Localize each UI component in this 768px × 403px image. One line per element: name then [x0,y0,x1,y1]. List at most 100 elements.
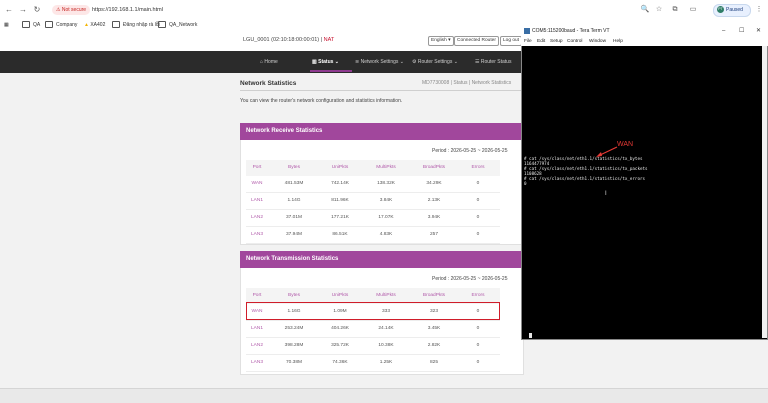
divider [240,90,522,91]
terminal-scrollbar[interactable] [762,46,767,338]
bookmark-label: Đăng nhập rà lỗi [123,22,160,28]
bookmark-company[interactable]: Company [45,21,77,30]
terminal-menu-window[interactable]: Window [589,38,606,45]
extensions-icon[interactable]: ⧉ [670,5,680,15]
table-cell: 825 [429,360,438,365]
profile-button[interactable]: PT Paused [713,4,751,17]
table-cell: 3.94K [427,215,441,220]
active-menu-underline [310,70,352,72]
apps-icon[interactable]: ▦ [4,21,9,30]
connected-router-button[interactable]: Connected Router [454,36,499,46]
table-row: LAN3 70.38M 74.36K 1.25K 825 0 [246,355,500,372]
terminal-line: # cat /sys/class/net/eth1.1/statistics/t… [524,176,646,181]
bookmark-qa[interactable]: QA [22,21,40,30]
menu-router-settings[interactable]: ⚙ Router Settings ⌄ [412,58,458,66]
bookmark-star-icon[interactable]: ☆ [654,5,664,15]
receive-card-title: Network Receive Statistics [240,123,522,140]
terminal-menu-file[interactable]: File [524,38,532,45]
terminal-line: # cat /sys/class/net/eth1.1/statistics/t… [524,166,648,171]
terminal-screen[interactable] [522,46,762,338]
router-model-line: LGU_0001 (02:10:18:00:00:01) | NAT [243,37,334,43]
table-row: WAN 481.53M 742.14K 138.32K 34.29K 0 [246,176,500,193]
menu-network-settings[interactable]: ≋ Network Settings ⌄ [355,58,404,66]
terminal-menu-help[interactable]: Help [613,38,623,45]
chevron-down-icon: ▾ [448,38,451,43]
table-cell: 0 [476,326,480,331]
bookmark-label: QA_Network [169,22,198,28]
table-cell: 481.53M [284,181,304,186]
reload-icon[interactable]: ↻ [32,5,42,15]
chevron-down-icon: ⌄ [452,59,458,65]
menu-router-status-label: Router Status [480,59,512,65]
logout-button[interactable]: Log out [500,36,523,46]
transmission-table: Port Bytes UniPkts MultiPkts BroadPkts Errors… [246,288,500,372]
language-value: English [431,38,447,43]
port-name: LAN1 [251,198,263,203]
table-row: LAN3 37.94M 86.51K 4.83K 257 0 [246,227,500,244]
column-header: BroadPkts [422,165,446,170]
not-secure-label: Not secure [61,7,87,13]
table-cell: 3.45K [427,326,441,331]
port-name: LAN1 [251,326,263,331]
forward-icon[interactable]: → [18,5,28,15]
sidebar-icon[interactable]: ▭ [688,5,698,15]
maximize-icon[interactable]: ☐ [739,27,744,36]
terminal-menu-control[interactable]: Control [567,38,582,45]
table-row: LAN1 253.24M 404.26K 24.14K 3.45K 0 [246,321,500,338]
close-icon[interactable]: ✕ [756,27,761,36]
table-cell: 811.96K [331,198,349,203]
folder-icon [112,21,120,29]
table-cell: 325.72K [331,343,349,348]
not-secure-badge[interactable]: ⚠ Not secure [52,5,91,15]
table-cell: 257 [429,232,438,237]
wan-row-highlight-box [246,302,500,320]
page-description: You can view the router's network config… [240,98,403,104]
bookmark-xa402[interactable]: ▲ XA402 [84,21,105,30]
port-name: LAN2 [251,215,263,220]
breadcrumb: MD7730008 | Status | Network Statistics [422,80,512,86]
menu-home[interactable]: ⌂ Home [260,58,278,66]
table-cell: 3.84K [379,198,393,203]
nat-label: NAT [323,37,335,43]
terminal-menu-setup[interactable]: Setup [550,38,563,45]
column-header: Port [252,165,262,170]
column-header: Bytes [288,165,300,170]
table-row: LAN1 1.14G 811.96K 3.84K 2.13K 0 [246,193,500,210]
menu-router-settings-label: Router Settings [417,59,453,65]
bookmark-dang-nhap[interactable]: Đăng nhập rà lỗi [112,21,160,30]
receive-table: Port Bytes UniPkts MultiPkts BroadPkts Errors… [246,160,500,244]
receive-period: Period : 2026-05-25 ~ 2026-05-25 [432,148,508,154]
table-cell: 2.13K [427,198,441,203]
router-model: LGU_0001 (02:10:18:00:00:01) | [243,37,323,43]
table-cell: 0 [476,181,480,186]
zoom-icon[interactable]: 🔍 [640,5,650,15]
table-cell: 37.94M [286,232,302,237]
address-bar[interactable]: https://192.168.1.1/main.html [92,5,163,15]
table-cell: 70.38M [286,360,302,365]
table-cell: 177.21K [331,215,349,220]
minimize-icon[interactable]: – [722,27,725,36]
more-menu-icon[interactable]: ⋮ [754,5,764,15]
menu-router-status[interactable]: ☰ Router Status [475,58,511,66]
terminal-title: COM5:115200baud - Tera Term VT [532,28,610,34]
table-cell: 1.25K [379,360,393,365]
menu-home-label: Home [264,59,278,65]
bookmark-label: QA [33,22,41,28]
language-select[interactable]: English ▾ [428,36,454,46]
terminal-menu-edit[interactable]: Edit [537,38,545,45]
table-cell: 138.32K [377,181,395,186]
transmission-period: Period : 2026-05-25 ~ 2026-05-25 [432,276,508,282]
back-icon[interactable]: ← [4,5,14,15]
table-cell: 10.38K [378,343,394,348]
port-name: LAN3 [251,360,263,365]
menu-status[interactable]: ▥ Status ⌄ [312,58,339,66]
table-cell: 34.29K [426,181,442,186]
table-cell: 4.83K [379,232,393,237]
chevron-down-icon: ⌄ [398,59,404,65]
table-row: LAN2 37.01M 177.21K 17.07K 3.94K 0 [246,210,500,227]
profile-status: Paused [726,7,743,13]
folder-icon [158,21,166,29]
page-title: Network Statistics [240,80,297,87]
bookmark-qa-network[interactable]: QA_Network [158,21,197,30]
table-cell: 37.01M [286,215,302,220]
